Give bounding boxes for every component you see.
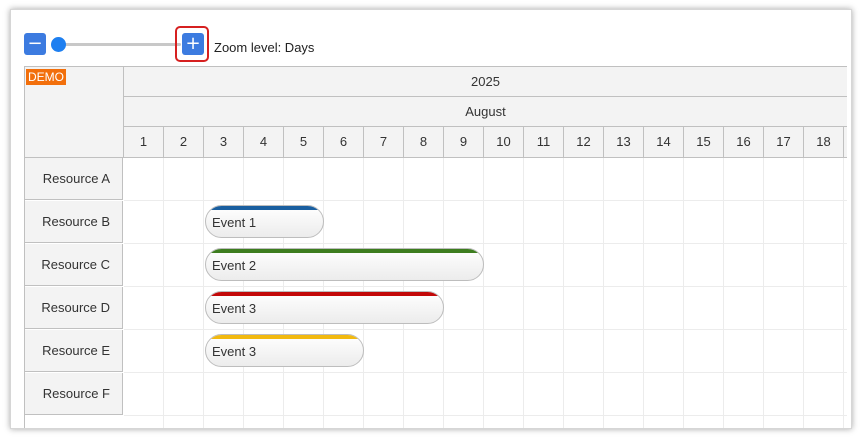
timeline-cells[interactable]: Event 1 Event 2 Event 3 Event 3 bbox=[124, 158, 847, 428]
day-header-6: 6 bbox=[324, 127, 364, 157]
grid-line bbox=[124, 286, 847, 287]
day-header-5: 5 bbox=[284, 127, 324, 157]
grid-line bbox=[603, 158, 604, 428]
day-header-16: 16 bbox=[724, 127, 764, 157]
grid-line bbox=[124, 372, 847, 373]
event-bar[interactable]: Event 2 bbox=[205, 248, 484, 281]
grid-line bbox=[643, 158, 644, 428]
zoom-toolbar: − + Zoom level: Days bbox=[11, 10, 851, 66]
event-bar[interactable]: Event 3 bbox=[205, 334, 364, 367]
grid-line bbox=[683, 158, 684, 428]
event-text: Event 3 bbox=[212, 344, 257, 359]
day-header-14: 14 bbox=[644, 127, 684, 157]
event-text: Event 3 bbox=[212, 301, 257, 316]
event-bar[interactable]: Event 3 bbox=[205, 291, 444, 324]
year-header: 2025 bbox=[124, 67, 847, 97]
event-color-bar bbox=[206, 292, 443, 296]
day-header-17: 17 bbox=[764, 127, 804, 157]
day-header-7: 7 bbox=[364, 127, 404, 157]
day-header-10: 10 bbox=[484, 127, 524, 157]
grid-line bbox=[763, 158, 764, 428]
grid-line bbox=[563, 158, 564, 428]
grid-line bbox=[483, 158, 484, 428]
grid-line bbox=[163, 158, 164, 428]
grid-line bbox=[523, 158, 524, 428]
resource-label: Resource C bbox=[25, 244, 123, 286]
event-text: Event 2 bbox=[212, 258, 257, 273]
grid-line bbox=[124, 329, 847, 330]
grid-line bbox=[443, 158, 444, 428]
event-color-bar bbox=[206, 249, 483, 253]
day-header-2: 2 bbox=[164, 127, 204, 157]
zoom-level-label: Zoom level: Days bbox=[214, 40, 315, 55]
month-header: August bbox=[124, 97, 847, 127]
event-bar[interactable]: Event 1 bbox=[205, 205, 324, 238]
day-header-row: 1 2 3 4 5 6 7 8 9 10 11 12 13 14 15 16 17 18 bbox=[124, 127, 847, 158]
grid-line bbox=[124, 415, 847, 416]
day-header-3: 3 bbox=[204, 127, 244, 157]
resource-label: Resource A bbox=[25, 158, 123, 200]
day-header-12: 12 bbox=[564, 127, 604, 157]
day-header-15: 15 bbox=[684, 127, 724, 157]
day-header-4: 4 bbox=[244, 127, 284, 157]
day-header-1: 1 bbox=[124, 127, 164, 157]
event-text: Event 1 bbox=[212, 215, 257, 230]
day-header-11: 11 bbox=[524, 127, 564, 157]
scheduler-window: − + Zoom level: Days DEMO 2025 August 12… bbox=[10, 9, 852, 429]
zoom-slider-thumb[interactable] bbox=[51, 37, 66, 52]
scheduler-grid: DEMO 2025 August 1 2 3 4 5 6 7 8 9 10 11 12 13 14 15 16… bbox=[24, 66, 847, 428]
zoom-in-button[interactable]: + bbox=[182, 33, 204, 55]
grid-line bbox=[723, 158, 724, 428]
grid-line bbox=[124, 243, 847, 244]
demo-badge: DEMO bbox=[26, 69, 66, 85]
resource-label: Resource D bbox=[25, 287, 123, 329]
resource-label: Resource E bbox=[25, 330, 123, 372]
resource-label: Resource B bbox=[25, 201, 123, 243]
grid-line bbox=[843, 158, 844, 428]
resource-label: Resource F bbox=[25, 373, 123, 415]
grid-line bbox=[803, 158, 804, 428]
grid-line bbox=[203, 158, 204, 428]
zoom-slider[interactable] bbox=[57, 43, 181, 46]
day-header-18: 18 bbox=[804, 127, 844, 157]
event-color-bar bbox=[206, 206, 323, 210]
day-header-9: 9 bbox=[444, 127, 484, 157]
corner-cell: DEMO bbox=[25, 67, 124, 158]
grid-line bbox=[124, 200, 847, 201]
day-header-8: 8 bbox=[404, 127, 444, 157]
day-header-13: 13 bbox=[604, 127, 644, 157]
event-color-bar bbox=[206, 335, 363, 339]
zoom-out-button[interactable]: − bbox=[24, 33, 46, 55]
